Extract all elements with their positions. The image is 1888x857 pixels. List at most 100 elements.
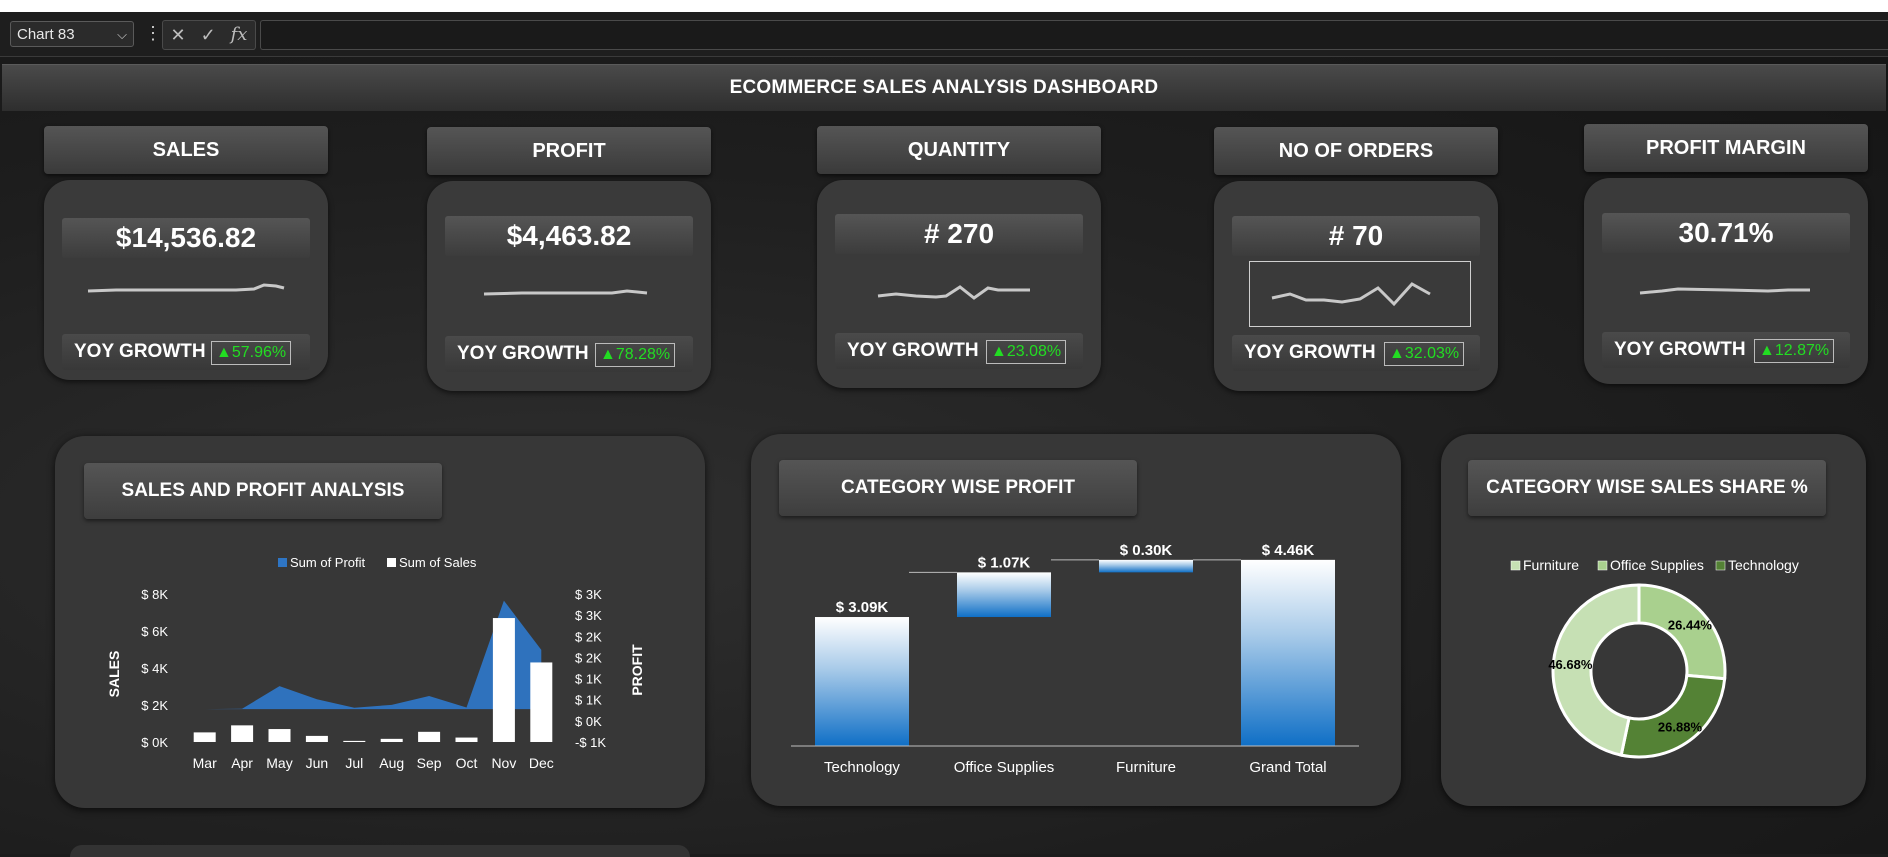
chart-legend: Sum of Profit Sum of Sales (278, 555, 477, 570)
sales-bar (268, 729, 291, 742)
data-label: 26.44% (1668, 617, 1713, 632)
legend-label: Office Supplies (1610, 557, 1704, 573)
yoy-growth-badge: ▲57.96% (211, 341, 292, 365)
yoy-growth-badge: ▲32.03% (1384, 342, 1465, 366)
legend-label: Technology (1728, 557, 1799, 573)
kpi-growth-row: YOY GROWTH ▲32.03% (1232, 335, 1480, 371)
kpi-value: $14,536.82 (62, 218, 310, 258)
sales-share-chart[interactable]: Furniture Office Supplies Technology 26.44… (1441, 540, 1866, 790)
y-right-tick-label: $ 2K (575, 650, 602, 665)
orders-sparkline (1271, 282, 1431, 307)
yoy-growth-label: YOY GROWTH (457, 343, 589, 364)
y-right-tick-label: $ 3K (575, 587, 602, 602)
kpi-title: SALES (44, 126, 328, 174)
sales-bar (231, 725, 254, 742)
y-axis-title: SALES (106, 651, 122, 698)
sales-bar (455, 737, 478, 742)
y-right-tick-label: $ 1K (575, 672, 602, 687)
y-tick-label: $ 2K (141, 698, 168, 713)
legend-swatch-sales (387, 558, 396, 567)
legend-swatch (1597, 560, 1608, 571)
next-panel-edge (70, 845, 690, 857)
kpi-value: 30.71% (1602, 213, 1850, 253)
profit-sparkline (483, 289, 648, 296)
sales-bar (193, 732, 216, 742)
sales-sparkline (87, 283, 285, 293)
more-options-icon[interactable]: ⋮ (144, 20, 162, 46)
x-tick-label: Grand Total (1249, 759, 1326, 776)
name-box[interactable]: Chart 83 ⌵ (10, 21, 134, 47)
right-y-axis: -$ 1K $ 0K $ 1K $ 1K $ 2K $ 2K $ 3K $ 3K (575, 587, 606, 750)
data-label: $ 0.30K (1120, 542, 1173, 559)
yoy-growth-label: YOY GROWTH (1244, 342, 1376, 363)
waterfall-bar (957, 572, 1051, 618)
x-tick-label: Apr (231, 755, 253, 771)
enter-icon[interactable]: ✓ (201, 21, 216, 49)
sales-profit-title: SALES AND PROFIT ANALYSIS (84, 463, 442, 519)
legend-swatch (1510, 560, 1521, 571)
sales-bar-series (193, 618, 553, 742)
profit-area-series (204, 600, 542, 710)
dashboard-title-bar: ECOMMERCE SALES ANALYSIS DASHBOARD (2, 64, 1886, 111)
yoy-growth-badge: ▲78.28% (595, 343, 676, 367)
x-tick-label: Mar (193, 755, 217, 771)
x-tick-label: Jul (345, 755, 363, 771)
yoy-growth-label: YOY GROWTH (847, 340, 979, 361)
formula-input[interactable] (260, 20, 1888, 50)
y-right-tick-label: $ 3K (575, 608, 602, 623)
y-right-tick-label: $ 0K (575, 714, 602, 729)
kpi-value: $4,463.82 (445, 216, 693, 256)
yoy-growth-badge: ▲23.08% (986, 340, 1067, 364)
y-right-tick-label: $ 1K (575, 693, 602, 708)
data-label: $ 4.46K (1262, 542, 1315, 559)
yoy-growth-label: YOY GROWTH (74, 341, 206, 362)
window-top-strip (0, 0, 1888, 12)
name-box-value: Chart 83 (17, 26, 75, 43)
x-tick-label: Technology (824, 759, 900, 776)
sales-bar (343, 740, 366, 742)
x-axis: Mar Apr May Jun Jul Aug Sep Oct Nov Dec (193, 755, 554, 771)
x-tick-label: May (266, 755, 292, 771)
profit-area (204, 600, 542, 710)
legend-label-sales: Sum of Sales (399, 555, 477, 570)
y-tick-label: $ 6K (141, 624, 168, 639)
sales-bar (305, 735, 328, 742)
data-label: 46.68% (1548, 657, 1593, 672)
chevron-down-icon[interactable]: ⌵ (117, 22, 127, 48)
kpi-title: PROFIT MARGIN (1584, 124, 1868, 172)
function-icon[interactable]: fx (231, 21, 248, 49)
y-axis-right-title: PROFIT (629, 644, 645, 696)
sales-profit-chart[interactable]: Sum of Profit Sum of Sales Mar Apr May Jun Ju… (55, 540, 705, 780)
x-tick-label: Jun (306, 755, 329, 771)
kpi-title: NO OF ORDERS (1214, 127, 1498, 175)
sales-bar (530, 662, 553, 742)
sales-bar (418, 731, 441, 742)
data-label: $ 3.09K (836, 599, 889, 616)
donut-series: 26.44% 26.88% 46.68% (1548, 583, 1727, 759)
sales-bar (380, 738, 403, 742)
sales-share-title: CATEGORY WISE SALES SHARE % (1468, 460, 1826, 516)
waterfall-series: $ 3.09K $ 1.07K $ 0.30K $ 4.46K (815, 542, 1335, 746)
legend-label-profit: Sum of Profit (290, 555, 366, 570)
yoy-growth-badge: ▲12.87% (1754, 339, 1835, 363)
legend-swatch-profit (278, 558, 287, 567)
y-right-tick-label: -$ 1K (575, 735, 606, 750)
category-profit-chart[interactable]: $ 3.09K $ 1.07K $ 0.30K $ 4.46K Technology O… (751, 540, 1401, 790)
data-label: $ 1.07K (978, 554, 1031, 571)
x-tick-label: Nov (491, 755, 516, 771)
left-y-axis: $ 0K $ 2K $ 4K $ 6K $ 8K (141, 587, 168, 750)
kpi-growth-row: YOY GROWTH ▲78.28% (445, 336, 693, 372)
waterfall-bar (1099, 559, 1193, 573)
dashboard-title: ECOMMERCE SALES ANALYSIS DASHBOARD (729, 77, 1159, 98)
y-tick-label: $ 0K (141, 735, 168, 750)
x-tick-label: Dec (529, 755, 554, 771)
sales-bar (492, 618, 515, 742)
margin-sparkline (1639, 287, 1810, 295)
kpi-growth-row: YOY GROWTH ▲12.87% (1602, 332, 1850, 368)
x-axis: Technology Office Supplies Furniture Grand … (791, 745, 1359, 776)
chart-legend: Furniture Office Supplies Technology (1510, 557, 1799, 573)
data-label: 26.88% (1658, 720, 1703, 735)
legend-swatch (1715, 560, 1726, 571)
cancel-icon[interactable]: ✕ (170, 21, 185, 49)
x-tick-label: Office Supplies (954, 759, 1055, 776)
